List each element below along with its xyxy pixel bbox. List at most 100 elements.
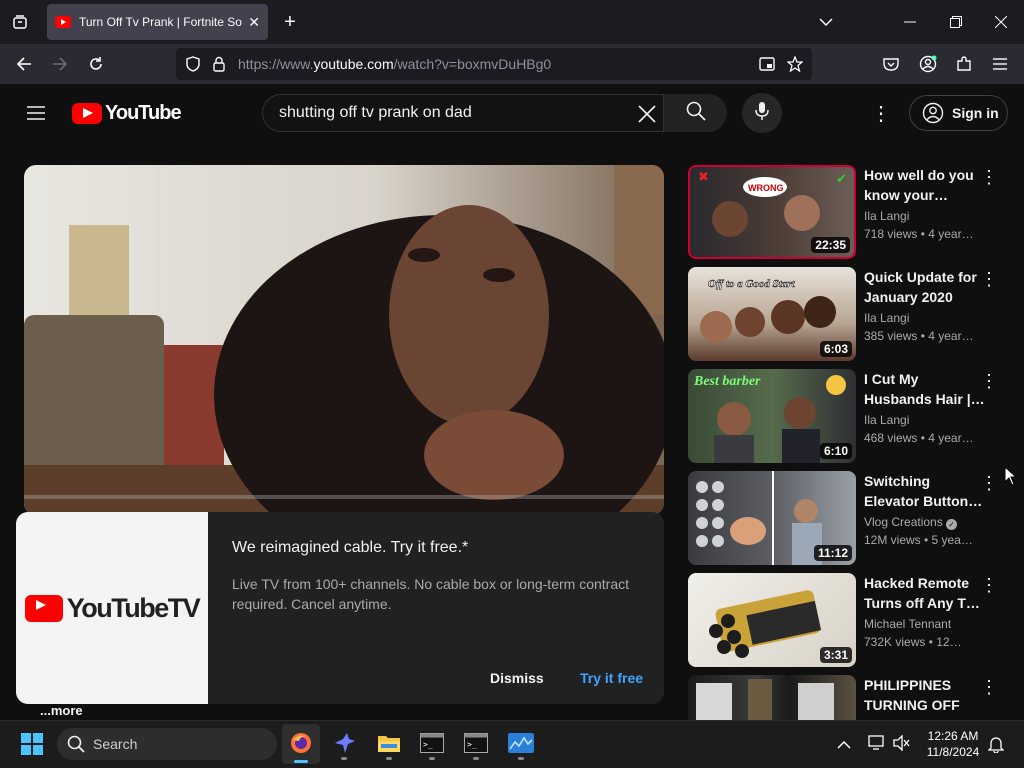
rec-menu-kebab-icon[interactable]: ⋮ (980, 371, 998, 391)
minimize-window-icon[interactable] (900, 12, 920, 32)
account-icon[interactable] (919, 55, 937, 73)
url-path: /watch?v=boxmvDuHBg0 (393, 56, 552, 72)
url-text[interactable]: https://www.youtube.com/watch?v=boxmvDuH… (238, 56, 551, 72)
rec-menu-kebab-icon[interactable]: ⋮ (980, 575, 998, 595)
youtube-tv-promo: YouTubeTV We reimagined cable. Try it fr… (16, 512, 664, 704)
rec-meta: 468 views • 4 year… (864, 431, 974, 445)
duration-badge: 3:31 (819, 647, 852, 663)
guide-menu-icon[interactable] (26, 103, 46, 123)
rec-channel[interactable]: Ila Langi (864, 413, 909, 427)
rec-item[interactable]: 3:31 Hacked Remote Turns off Any T… Mich… (688, 573, 1024, 667)
rec-title[interactable]: Switching Elevator Button… (864, 471, 986, 511)
rec-title[interactable]: How well do you know your… (864, 165, 986, 205)
rec-title[interactable]: PHILIPPINES TURNING OFF T… (864, 675, 986, 715)
hamburger-menu-icon[interactable] (991, 55, 1009, 73)
sign-in-button[interactable]: Sign in (909, 95, 1008, 131)
show-hidden-icons-chevron-icon[interactable] (837, 737, 851, 755)
rec-menu-kebab-icon[interactable]: ⋮ (980, 269, 998, 289)
clear-search-icon[interactable] (636, 103, 658, 125)
rec-thumbnail[interactable] (688, 675, 856, 720)
video-player[interactable] (24, 165, 664, 515)
sign-in-label: Sign in (952, 105, 999, 121)
rec-thumbnail[interactable]: 11:12 (688, 471, 856, 565)
svg-text:>_: >_ (467, 740, 477, 749)
rec-thumbnail[interactable]: Off to a Good Start 6:03 (688, 267, 856, 361)
open-app-indicator (386, 757, 392, 760)
search-button[interactable] (664, 94, 727, 132)
description-more-link[interactable]: ...more (40, 703, 83, 718)
close-tab-icon[interactable]: ✕ (248, 14, 260, 31)
youtube-tv-logo: YouTubeTV (16, 512, 208, 704)
taskbar-file-explorer-icon[interactable] (377, 732, 401, 760)
youtube-favicon-icon (55, 16, 71, 28)
rec-title[interactable]: Hacked Remote Turns off Any T… (864, 573, 986, 613)
rec-channel[interactable]: Michael Tennant (864, 617, 951, 631)
notification-bell-icon[interactable] (987, 735, 1005, 758)
taskbar-terminal-icon[interactable]: >_ (420, 733, 444, 760)
url-domain: youtube.com (313, 56, 394, 72)
settings-kebab-icon[interactable]: ⋮ (871, 103, 891, 125)
windows-start-icon[interactable] (21, 733, 43, 760)
promo-title: We reimagined cable. Try it free.* (232, 539, 469, 556)
try-it-free-button[interactable]: Try it free (580, 670, 643, 686)
search-input[interactable]: shutting off tv prank on dad (262, 94, 664, 132)
taskbar-firefox-button[interactable] (282, 724, 320, 764)
svg-text:✖: ✖ (698, 170, 709, 185)
lock-icon[interactable] (210, 55, 228, 73)
rec-title[interactable]: I Cut My Husbands Hair |… (864, 369, 986, 409)
dismiss-button[interactable]: Dismiss (490, 670, 544, 686)
tracking-protection-shield-icon[interactable] (184, 55, 202, 73)
rec-thumbnail[interactable]: WRONG ✖ ✔ 22:35 (688, 165, 856, 259)
thumb-best-barber-text: Best barber (693, 374, 761, 389)
rec-channel[interactable]: Ila Langi (864, 209, 909, 223)
duration-badge: 6:10 (819, 443, 852, 459)
forward-arrow-icon[interactable] (50, 54, 70, 74)
taskbar-search[interactable]: Search (57, 728, 277, 760)
browser-tab-active[interactable]: Turn Off Tv Prank | Fortnite So ✕ (47, 4, 268, 40)
network-icon[interactable] (868, 735, 886, 756)
taskbar-bird-app-icon[interactable] (333, 731, 357, 760)
duration-badge: 6:03 (819, 341, 852, 357)
taskbar-terminal-icon[interactable]: >_ (464, 733, 488, 760)
mouse-cursor-icon (1004, 465, 1018, 491)
tab-list-icon[interactable] (10, 12, 30, 32)
firefox-icon (290, 732, 312, 759)
restore-window-icon[interactable] (946, 12, 966, 32)
rec-meta: 12M views • 5 yea… (864, 533, 973, 547)
bookmark-star-icon[interactable] (786, 55, 804, 73)
close-window-icon[interactable] (991, 12, 1011, 32)
extensions-puzzle-icon[interactable] (955, 55, 973, 73)
rec-channel-row[interactable]: Vlog Creations ✓ (864, 515, 958, 530)
rec-menu-kebab-icon[interactable]: ⋮ (980, 677, 998, 697)
taskbar-clock[interactable]: 12:26 AM 11/8/2024 (920, 728, 986, 760)
rec-menu-kebab-icon[interactable]: ⋮ (980, 473, 998, 493)
rec-item[interactable]: Best barber 6:10 I Cut My Husbands Hair … (688, 369, 1024, 463)
thumb-wrong-text: WRONG (748, 183, 784, 193)
rec-item[interactable]: Off to a Good Start 6:03 Quick Update fo… (688, 267, 1024, 361)
youtube-play-icon (72, 103, 102, 124)
taskbar-search-icon (67, 735, 85, 756)
new-tab-icon[interactable]: + (280, 11, 300, 33)
search-icon (686, 101, 706, 126)
youtube-logo[interactable]: YouTube (72, 102, 182, 125)
rec-title[interactable]: Quick Update for January 2020 (864, 267, 986, 307)
rec-menu-kebab-icon[interactable]: ⋮ (980, 167, 998, 187)
youtube-tv-play-icon (24, 594, 63, 622)
youtube-logo-text: YouTube (105, 102, 182, 124)
rec-channel[interactable]: Ila Langi (864, 311, 909, 325)
svg-text:>_: >_ (423, 740, 433, 749)
reload-icon[interactable] (86, 54, 106, 74)
rec-thumbnail[interactable]: Best barber 6:10 (688, 369, 856, 463)
rec-thumbnail[interactable]: 3:31 (688, 573, 856, 667)
back-arrow-icon[interactable] (14, 54, 34, 74)
list-all-tabs-chevron-icon[interactable] (816, 12, 836, 32)
rec-item[interactable]: WRONG ✖ ✔ 22:35 How well do you know your…… (688, 165, 1024, 259)
voice-search-button[interactable] (742, 93, 782, 133)
rec-item[interactable]: 11:12 Switching Elevator Button… Vlog Cr… (688, 471, 1024, 565)
volume-muted-icon[interactable] (893, 734, 911, 756)
picture-in-picture-icon[interactable] (758, 55, 776, 73)
pocket-icon[interactable] (882, 55, 900, 73)
thumb-good-start-text: Off to a Good Start (708, 278, 796, 290)
rec-item[interactable]: PHILIPPINES TURNING OFF T… ⋮ (688, 675, 1024, 720)
taskbar-system-monitor-icon[interactable] (508, 733, 534, 760)
